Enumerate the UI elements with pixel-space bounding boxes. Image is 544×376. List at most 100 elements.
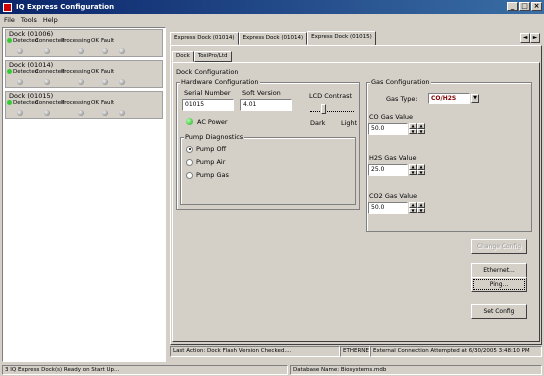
- processing-led-icon: [78, 48, 84, 54]
- detected-led-icon: [17, 79, 23, 85]
- dock-item[interactable]: Dock (01006) Detected Connected Processi…: [5, 29, 163, 57]
- col-processing: Processing: [61, 69, 91, 75]
- spin-down-icon[interactable]: ▼: [417, 169, 425, 175]
- pump-diagnostics-title: Pump Diagnostics: [184, 133, 245, 141]
- co2-spin[interactable]: ▲ ▼: [409, 202, 417, 213]
- dock-list-panel: Dock (01006) Detected Connected Processi…: [2, 27, 166, 362]
- col-detected: Detected: [13, 69, 39, 75]
- co-spin-fine[interactable]: ▲ ▼: [417, 123, 425, 134]
- lcd-light-label: Light: [341, 119, 358, 127]
- lcd-contrast-track: [310, 111, 354, 112]
- sub-tabs: Dock ToxiPro/Ltd: [172, 51, 232, 62]
- gas-type-select[interactable]: CO/H2S: [428, 93, 470, 104]
- connection-type: ETHERNET: [340, 346, 370, 357]
- fault-led-icon: [119, 79, 125, 85]
- change-config-button[interactable]: Change Config: [471, 239, 527, 254]
- dock-name: Dock (01014): [9, 61, 54, 69]
- lcd-dark-label: Dark: [310, 119, 326, 127]
- lcd-contrast-label: LCD Contrast: [309, 92, 353, 100]
- dock-tabs: Express Dock (01014) Express Dock (01014…: [170, 31, 376, 45]
- col-ok: OK: [91, 38, 99, 44]
- set-config-button[interactable]: Set Config: [471, 304, 527, 319]
- spin-down-icon[interactable]: ▼: [417, 128, 425, 134]
- ping-button[interactable]: Ping...: [471, 277, 527, 292]
- h2s-gas-field[interactable]: 25.0: [368, 164, 408, 176]
- hardware-config-title: Hardware Configuration: [180, 78, 260, 86]
- soft-version-label: Soft Version: [242, 89, 281, 97]
- co-gas-label: CO Gas Value: [369, 113, 414, 121]
- status-right: Database Name: Biosystems.mdb: [290, 365, 542, 375]
- col-processing: Processing: [61, 100, 91, 106]
- col-detected: Detected: [13, 38, 39, 44]
- co-spin[interactable]: ▲ ▼: [409, 123, 417, 134]
- h2s-spin[interactable]: ▲ ▼: [409, 164, 417, 175]
- chevron-down-icon[interactable]: ▼: [471, 94, 479, 103]
- dock-status-header: Detected Connected Processing OK Fault: [6, 38, 114, 44]
- ok-led-icon: [102, 48, 108, 54]
- lcd-contrast-slider[interactable]: [321, 104, 326, 114]
- radio-icon: [186, 158, 193, 166]
- status-dot-icon: [7, 69, 12, 74]
- spin-down-icon[interactable]: ▼: [409, 207, 417, 213]
- col-connected: Connected: [35, 100, 65, 106]
- ac-power-led-icon: [186, 118, 193, 125]
- menu-bar: File Tools Help: [0, 14, 544, 25]
- window-controls: _ □ ×: [507, 2, 542, 11]
- status-dot-icon: [7, 100, 12, 105]
- tab-scroll-left-icon[interactable]: ◄: [520, 33, 530, 43]
- soft-version-field[interactable]: 4.01: [240, 99, 292, 111]
- pump-air-label: Pump Air: [196, 158, 226, 166]
- menu-tools[interactable]: Tools: [21, 16, 37, 24]
- status-dot-icon: [7, 38, 12, 43]
- tab-dock-01015[interactable]: Express Dock (01015): [307, 31, 376, 45]
- window-titlebar: IQ Express Configuration _ □ ×: [0, 0, 544, 14]
- ok-led-icon: [102, 110, 108, 116]
- spin-down-icon[interactable]: ▼: [409, 169, 417, 175]
- h2s-gas-label: H2S Gas Value: [369, 154, 417, 162]
- window-title: IQ Express Configuration: [16, 3, 115, 11]
- fault-led-icon: [119, 48, 125, 54]
- spin-down-icon[interactable]: ▼: [417, 207, 425, 213]
- h2s-spin-fine[interactable]: ▲ ▼: [417, 164, 425, 175]
- radio-icon: [186, 171, 193, 179]
- ethernet-button[interactable]: Ethernet...: [471, 263, 527, 278]
- co2-gas-field[interactable]: 50.0: [368, 202, 408, 214]
- connection-message: External Connection Attempted at 6/30/20…: [370, 346, 542, 357]
- col-connected: Connected: [35, 38, 65, 44]
- co2-spin-fine[interactable]: ▲ ▼: [417, 202, 425, 213]
- pump-gas-radio[interactable]: Pump Gas: [186, 171, 229, 179]
- maximize-button[interactable]: □: [519, 2, 530, 11]
- co-gas-field[interactable]: 50.0: [368, 123, 408, 135]
- menu-file[interactable]: File: [4, 16, 15, 24]
- pump-air-radio[interactable]: Pump Air: [186, 158, 225, 166]
- minimize-button[interactable]: _: [507, 2, 518, 11]
- tab-scroll-right-icon[interactable]: ►: [530, 33, 540, 43]
- tab-scroll: ◄ ►: [520, 33, 540, 43]
- detected-led-icon: [17, 48, 23, 54]
- dock-leds: [6, 48, 162, 56]
- tab-dock-01014-a[interactable]: Express Dock (01014): [170, 32, 239, 45]
- close-button[interactable]: ×: [531, 2, 542, 11]
- connected-led-icon: [44, 79, 50, 85]
- pump-off-radio[interactable]: Pump Off: [186, 145, 226, 153]
- tab-dock[interactable]: Dock: [172, 51, 194, 62]
- connected-led-icon: [44, 48, 50, 54]
- dock-leds: [6, 79, 162, 87]
- serial-number-field[interactable]: 01015: [182, 99, 234, 111]
- tab-toxipro[interactable]: ToxiPro/Ltd: [193, 51, 232, 62]
- dock-status-header: Detected Connected Processing OK Fault: [6, 69, 114, 75]
- pump-gas-label: Pump Gas: [196, 171, 229, 179]
- dock-item[interactable]: Dock (01014) Detected Connected Processi…: [5, 60, 163, 88]
- menu-help[interactable]: Help: [43, 16, 58, 24]
- dock-status-header: Detected Connected Processing OK Fault: [6, 100, 114, 106]
- spin-down-icon[interactable]: ▼: [409, 128, 417, 134]
- col-ok: OK: [91, 100, 99, 106]
- co2-gas-label: CO2 Gas Value: [369, 192, 418, 200]
- status-left: 3 IQ Express Dock(s) Ready on Start Up..…: [2, 365, 288, 375]
- ok-led-icon: [102, 79, 108, 85]
- detected-led-icon: [17, 110, 23, 116]
- col-fault: Fault: [101, 100, 115, 106]
- dock-name: Dock (01015): [9, 92, 54, 100]
- dock-item[interactable]: Dock (01015) Detected Connected Processi…: [5, 91, 163, 119]
- tab-dock-01014-b[interactable]: Express Dock (01014): [238, 32, 308, 45]
